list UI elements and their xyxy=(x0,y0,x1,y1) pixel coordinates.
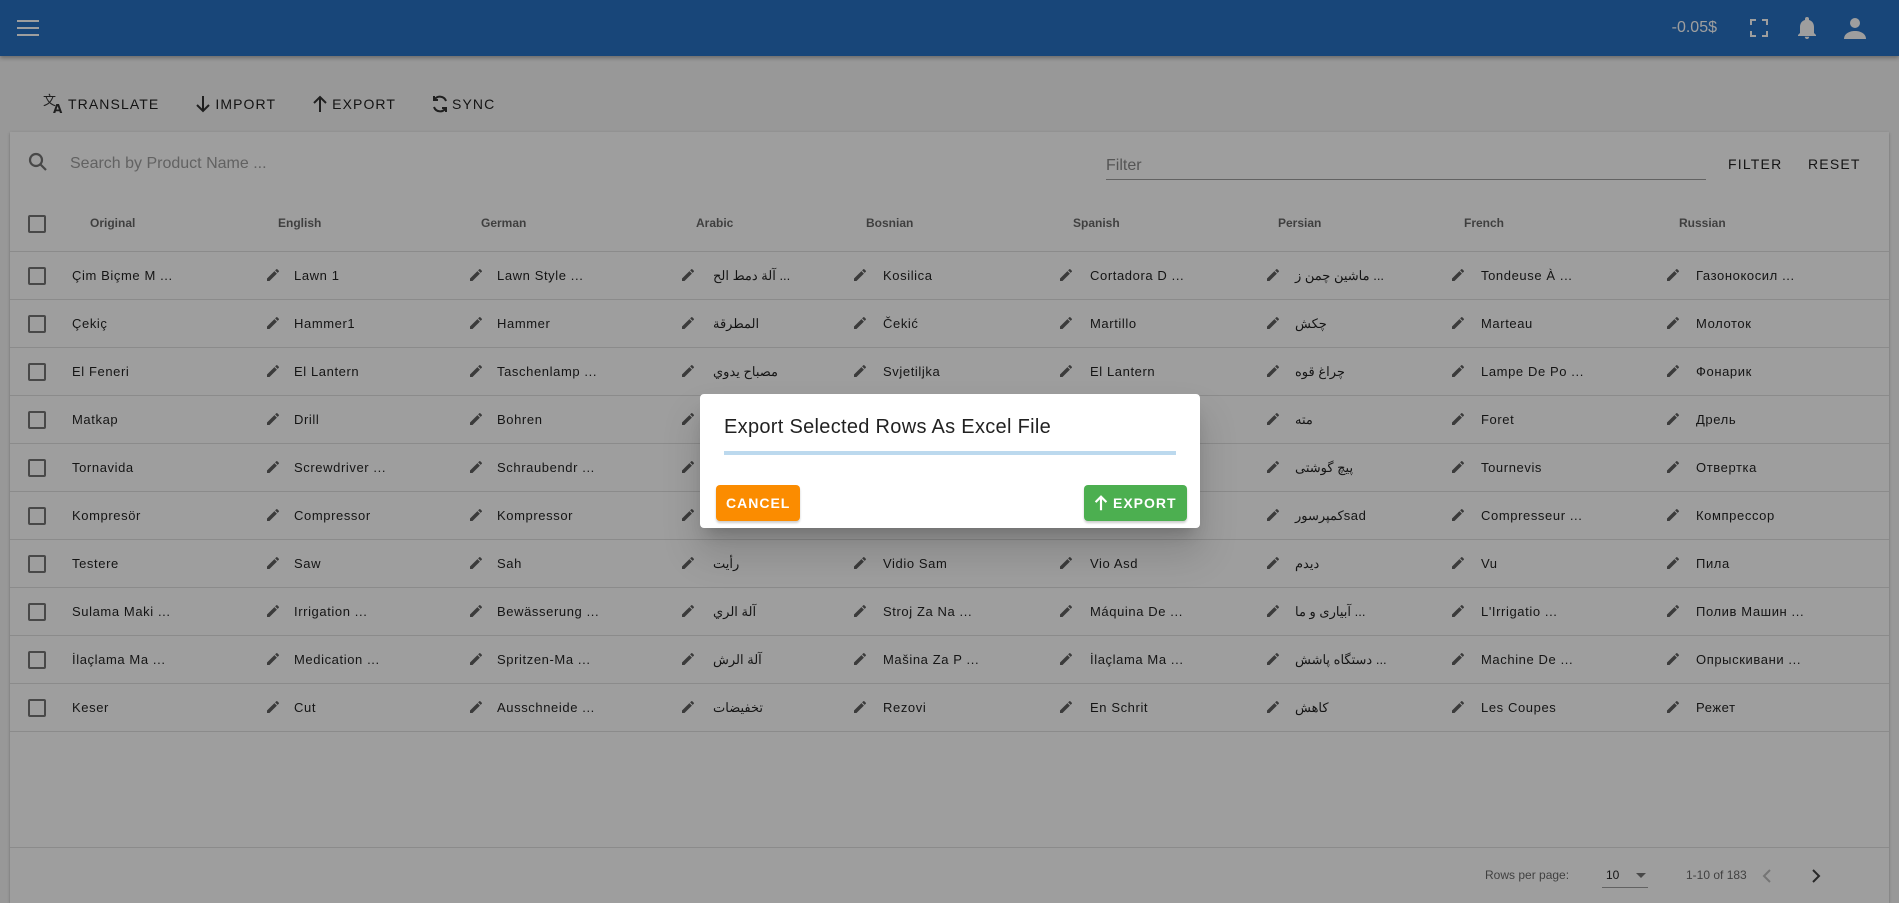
dialog-title: Export Selected Rows As Excel File xyxy=(724,416,1051,438)
dialog-progress-bar xyxy=(724,451,1176,455)
export-dialog: Export Selected Rows As Excel File CANCE… xyxy=(700,394,1200,528)
cancel-label: CANCEL xyxy=(726,495,791,511)
export-confirm-button[interactable]: EXPORT xyxy=(1084,485,1187,521)
arrow-up-icon xyxy=(1094,495,1108,511)
export-confirm-label: EXPORT xyxy=(1113,495,1177,511)
cancel-button[interactable]: CANCEL xyxy=(716,485,801,521)
